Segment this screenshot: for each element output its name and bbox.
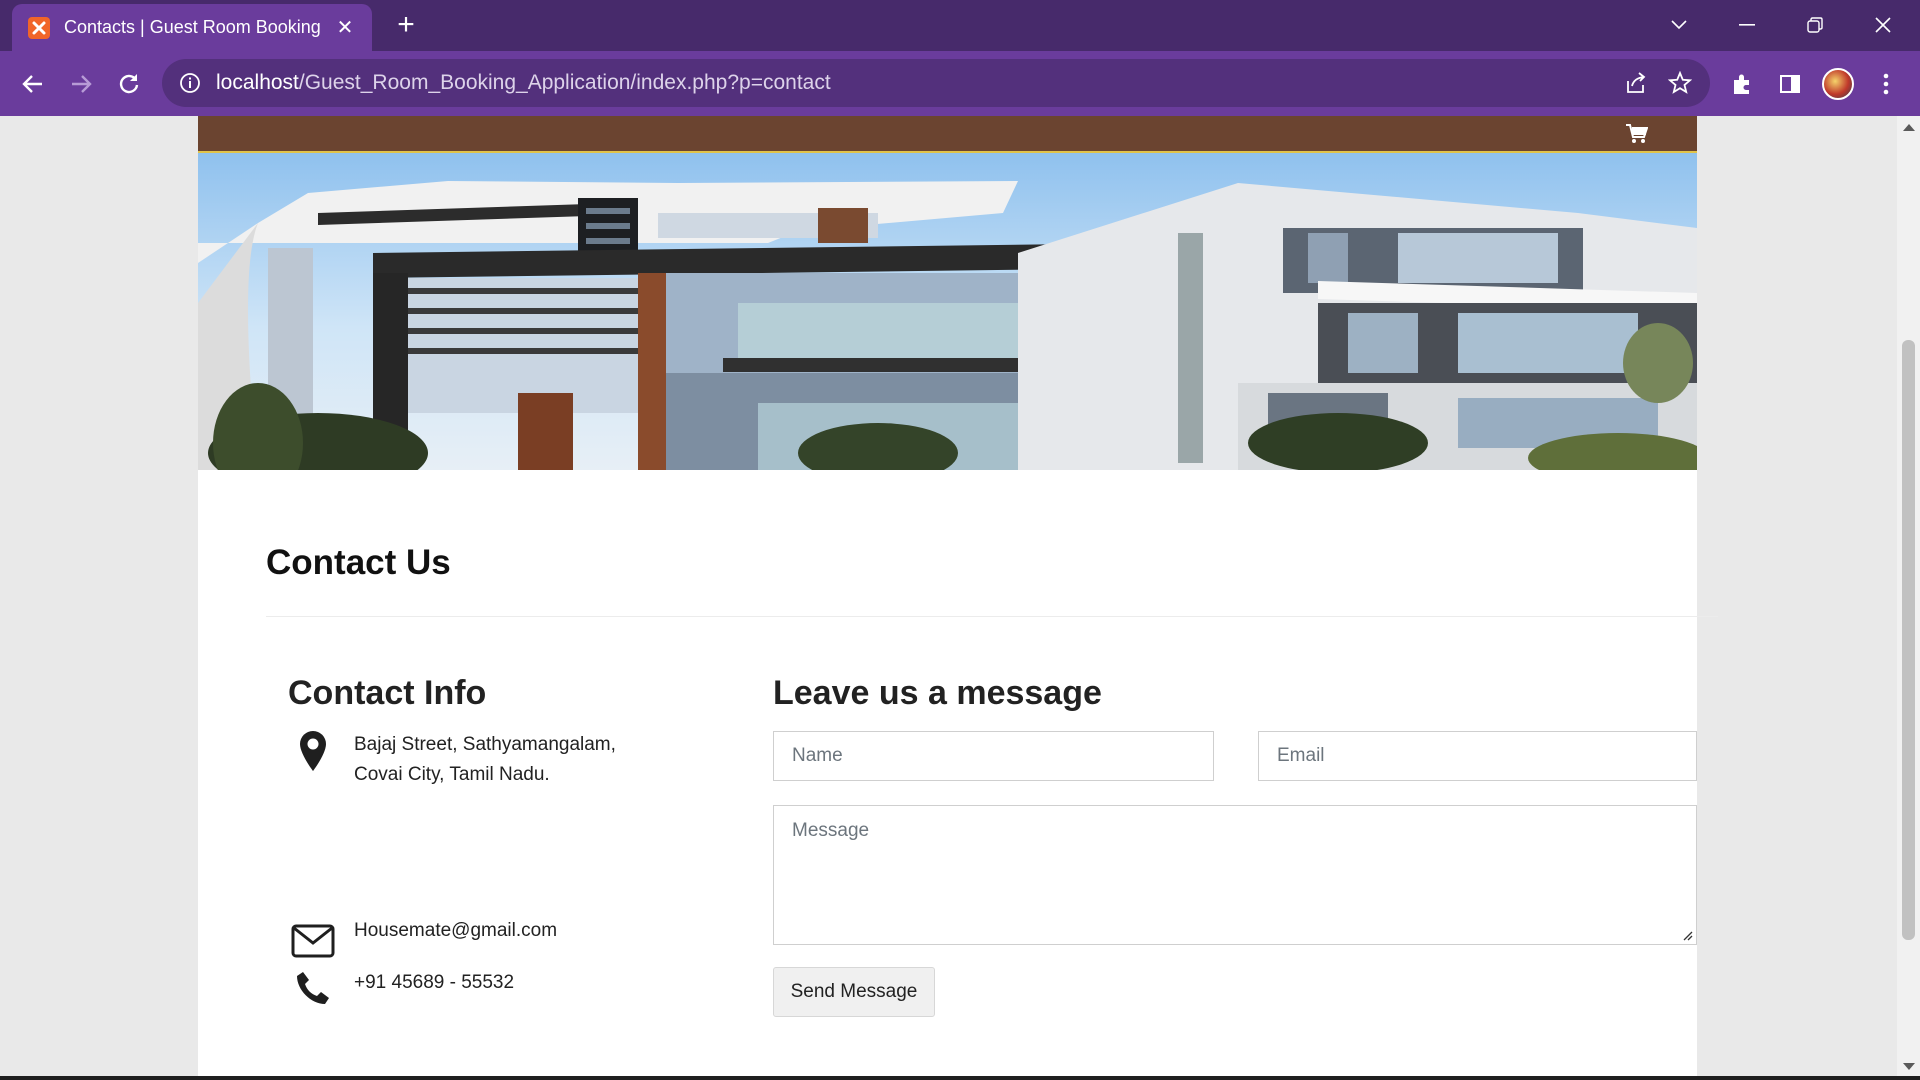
back-arrow-icon[interactable] (14, 65, 52, 103)
email-text: Housemate@gmail.com (354, 920, 558, 941)
address-line-1: Bajaj Street, Sathyamangalam, (354, 734, 616, 755)
forward-arrow-icon[interactable] (62, 65, 100, 103)
extensions-icon[interactable] (1726, 68, 1758, 100)
envelope-icon (288, 924, 338, 968)
browser-toolbar: localhost/Guest_Room_Booking_Application… (0, 51, 1920, 116)
hero-banner-image (198, 153, 1697, 470)
browser-chrome: Contacts | Guest Room Booking ✕ + localh… (0, 0, 1920, 116)
address-line-2: Covai City, Tamil Nadu. (354, 764, 550, 785)
scroll-up-icon[interactable] (1903, 124, 1915, 131)
browser-tab-active[interactable]: Contacts | Guest Room Booking ✕ (12, 4, 372, 51)
phone-icon (288, 970, 338, 1014)
message-placeholder: Message (792, 820, 870, 841)
send-message-button[interactable]: Send Message (773, 967, 935, 1017)
form-heading: Leave us a message (773, 674, 1102, 712)
page-viewport: Contact Us Contact Info Bajaj Street, Sa… (0, 116, 1897, 1076)
name-input[interactable]: Name (773, 731, 1214, 781)
vertical-scrollbar[interactable] (1897, 116, 1920, 1080)
restore-icon[interactable] (1792, 8, 1838, 42)
email-row: Housemate@gmail.com (288, 920, 557, 968)
phone-row: +91 45689 - 55532 (288, 970, 514, 1014)
tab-close-icon[interactable]: ✕ (334, 15, 356, 40)
info-icon[interactable] (178, 71, 202, 95)
address-bar[interactable]: localhost/Guest_Room_Booking_Application… (162, 59, 1710, 107)
url-text: localhost/Guest_Room_Booking_Application… (216, 71, 831, 94)
tab-search-icon[interactable] (1656, 8, 1702, 42)
resize-grip-icon[interactable] (1681, 929, 1693, 941)
site-topbar (198, 116, 1697, 153)
minimize-icon[interactable] (1724, 8, 1770, 42)
side-panel-icon[interactable] (1774, 68, 1806, 100)
email-input[interactable]: Email (1258, 731, 1697, 781)
tab-title: Contacts | Guest Room Booking (64, 17, 321, 37)
tab-strip: Contacts | Guest Room Booking ✕ + (0, 0, 1920, 51)
cart-icon[interactable] (1626, 124, 1648, 144)
close-window-icon[interactable] (1860, 8, 1906, 42)
avatar (1822, 68, 1854, 100)
map-pin-icon (288, 730, 338, 774)
message-textarea[interactable]: Message (773, 805, 1697, 945)
scrollbar-thumb[interactable] (1902, 340, 1915, 940)
scroll-down-icon[interactable] (1903, 1063, 1915, 1070)
reload-icon[interactable] (110, 65, 148, 103)
bookmark-star-icon[interactable] (1666, 69, 1694, 97)
divider (266, 616, 1718, 617)
phone-text: +91 45689 - 55532 (354, 972, 515, 993)
profile-avatar[interactable] (1822, 68, 1854, 100)
window-bottom-edge (0, 1076, 1920, 1080)
contact-info-heading: Contact Info (288, 674, 487, 712)
page-title: Contact Us (266, 543, 451, 582)
new-tab-button[interactable]: + (392, 9, 420, 41)
xampp-favicon-icon (28, 16, 50, 39)
address-row: Bajaj Street, Sathyamangalam, Covai City… (288, 730, 616, 790)
more-vert-icon[interactable] (1870, 68, 1902, 100)
share-icon[interactable] (1622, 69, 1650, 97)
address-text: Bajaj Street, Sathyamangalam, Covai City… (354, 730, 616, 790)
